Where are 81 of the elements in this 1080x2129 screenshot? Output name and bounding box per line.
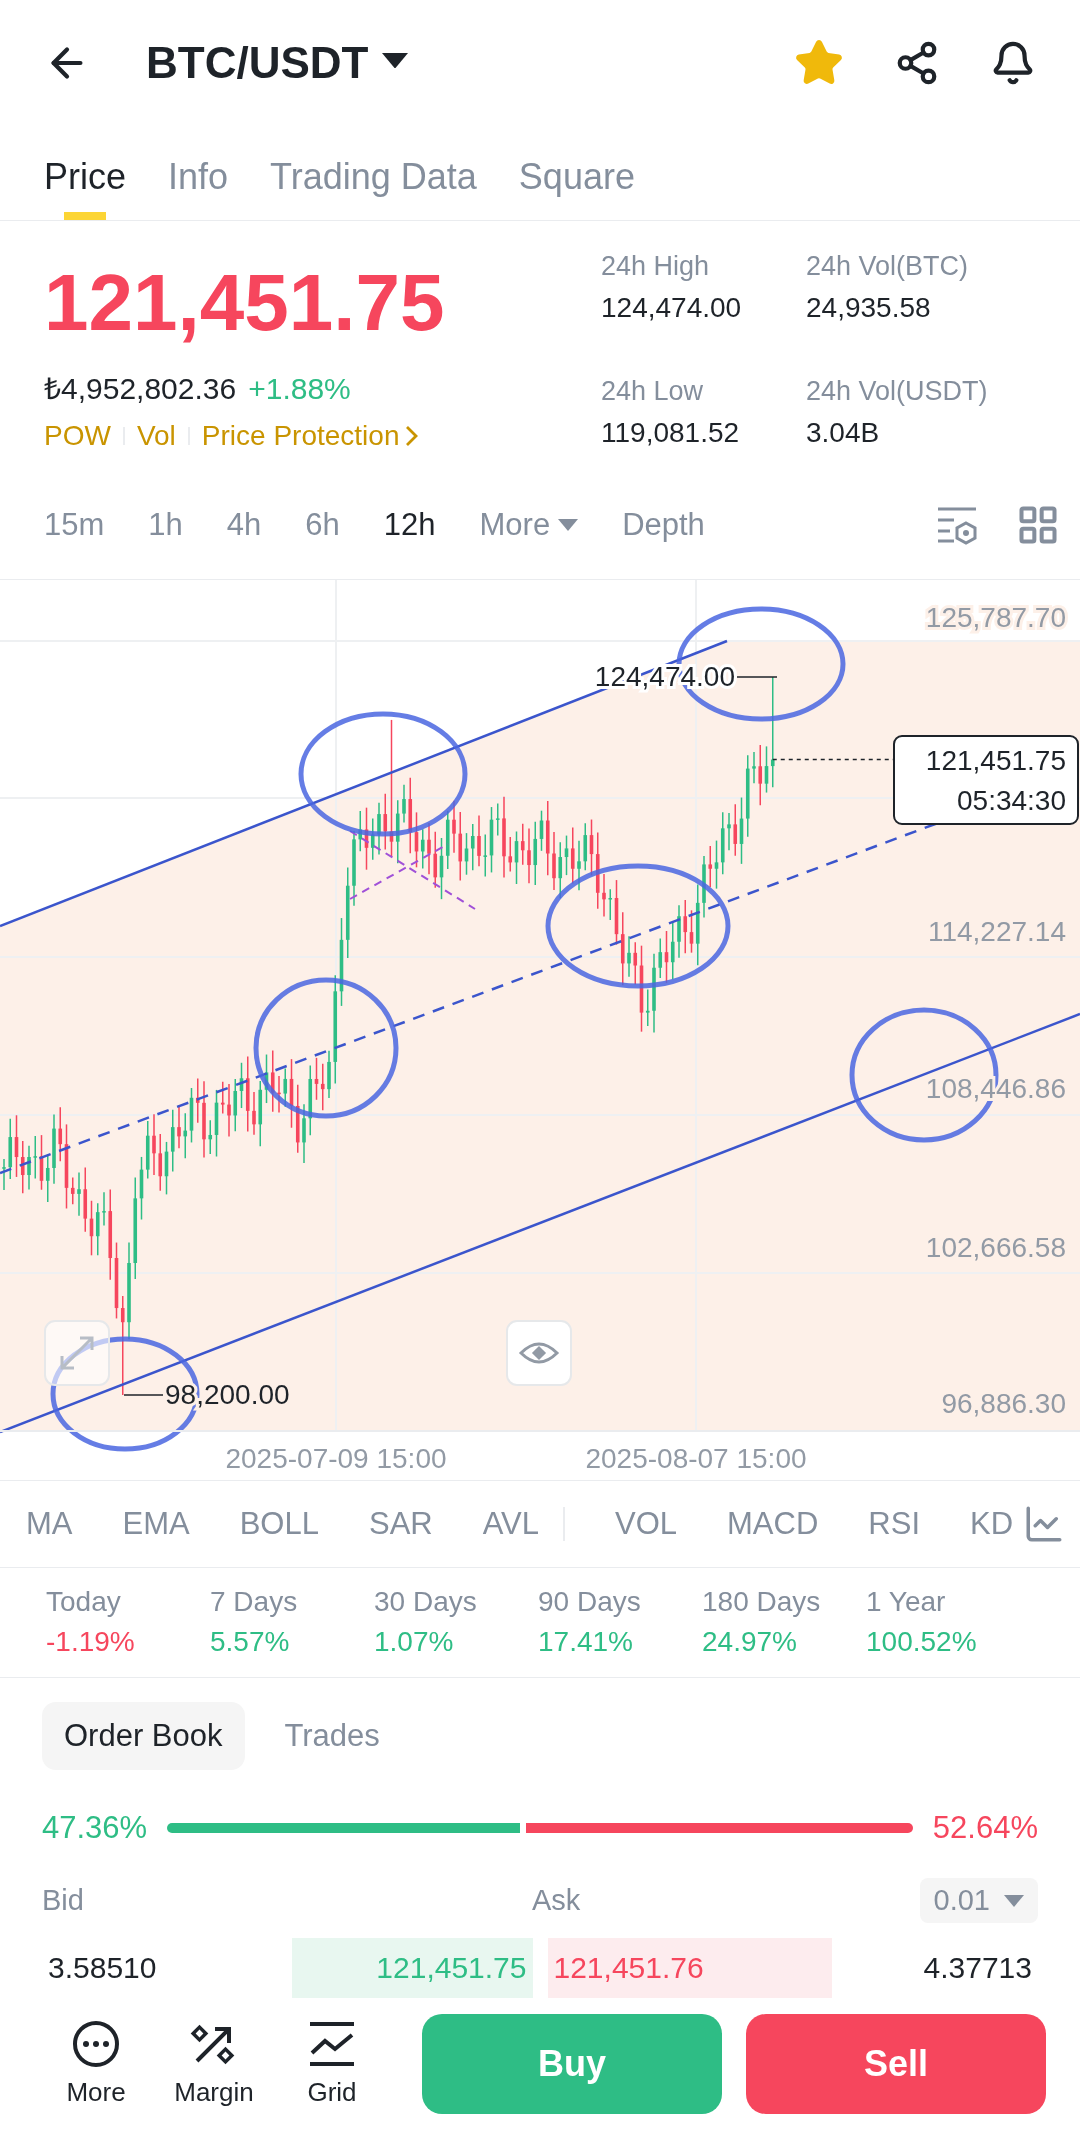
caret-icon xyxy=(1004,1894,1024,1907)
bid-quantity: 3.58510 xyxy=(47,1951,158,1985)
more-icon xyxy=(71,2019,121,2069)
price-axis-label: 125,787.70 xyxy=(925,602,1066,633)
stat-value: 24,935.58 xyxy=(806,292,932,324)
indicator-tab[interactable]: MACD xyxy=(727,1506,819,1542)
last-price: 121,451.75 xyxy=(44,263,446,343)
depth-tab[interactable]: Depth xyxy=(622,507,705,543)
pair-title[interactable]: BTC/USDT xyxy=(146,37,369,88)
precision-dropdown[interactable]: 0.01 xyxy=(919,1878,1038,1923)
expand-button[interactable] xyxy=(44,1320,110,1386)
last-price: 121,451.75 xyxy=(925,745,1066,776)
eye-button[interactable] xyxy=(506,1320,572,1386)
bid-price[interactable]: 121,451.75 xyxy=(370,1951,533,1985)
toolbar-action[interactable]: Margin xyxy=(162,2019,266,2108)
layout-grid-icon[interactable] xyxy=(1016,503,1060,547)
tab[interactable]: Price xyxy=(44,125,127,220)
stat-label: 24h High xyxy=(601,251,711,282)
period-label: 30 Days xyxy=(374,1586,478,1618)
order-book-tab[interactable]: Order Book xyxy=(42,1701,245,1770)
period-change: -1.19% xyxy=(46,1626,136,1658)
stat-label: 24h Vol(USDT) xyxy=(806,376,989,407)
period-label: 7 Days xyxy=(210,1586,299,1618)
interval-tab[interactable]: 12h xyxy=(383,507,436,543)
interval-tab[interactable]: 1h xyxy=(148,507,183,543)
indicator-tab[interactable]: KD xyxy=(970,1506,1014,1542)
period-label: Today xyxy=(46,1586,122,1618)
toolbar-action[interactable]: More xyxy=(44,2019,148,2108)
date-axis-label: 2025-07-09 15:00 xyxy=(225,1443,447,1474)
indicator-tab[interactable]: MA xyxy=(26,1506,73,1542)
period-change: 100.52% xyxy=(866,1626,978,1658)
tag-link[interactable]: Vol xyxy=(136,420,176,452)
buy-button[interactable]: Buy xyxy=(422,2013,722,2114)
ask-share: 52.64% xyxy=(932,1810,1038,1846)
stat-value: 124,474.00 xyxy=(601,292,743,324)
period-label: 1 Year xyxy=(866,1586,947,1618)
period-label: 180 Days xyxy=(702,1586,822,1618)
indicator-tab[interactable]: AVL xyxy=(482,1506,539,1542)
caret-icon xyxy=(558,519,579,531)
ask-quantity: 4.37713 xyxy=(922,1951,1033,1985)
period-change: 5.57% xyxy=(210,1626,291,1658)
tab[interactable]: Trading Data xyxy=(270,125,477,220)
price-axis-label: 114,227.14 xyxy=(927,916,1066,947)
interval-tab[interactable]: 6h xyxy=(305,507,340,543)
tab[interactable]: Info xyxy=(168,125,229,220)
price-axis-label: 102,666.58 xyxy=(925,1232,1066,1263)
interval-tab[interactable]: 4h xyxy=(226,507,262,543)
chart-settings-icon[interactable] xyxy=(936,505,980,545)
chevron-right-icon xyxy=(405,425,420,447)
bid-heading: Bid xyxy=(42,1884,85,1917)
indicator-tab[interactable]: BOLL xyxy=(239,1506,319,1542)
tab[interactable]: Square xyxy=(518,125,635,220)
interval-tab[interactable]: 15m xyxy=(44,507,105,543)
date-axis-label: 2025-08-07 15:00 xyxy=(585,1443,807,1474)
toolbar-action[interactable]: Grid xyxy=(280,2019,384,2108)
indicator-tab[interactable]: RSI xyxy=(868,1506,920,1542)
period-change: 17.41% xyxy=(538,1626,634,1658)
bid-share: 47.36% xyxy=(42,1810,148,1846)
local-currency-price: ₺4,952,802.36 xyxy=(44,371,237,407)
ask-heading: Ask xyxy=(532,1884,582,1917)
grid-chart-icon xyxy=(307,2019,357,2069)
order-book-tab[interactable]: Trades xyxy=(262,1701,402,1770)
indicator-tab[interactable]: SAR xyxy=(368,1506,433,1542)
indicator-tab[interactable]: EMA xyxy=(122,1506,190,1542)
tag-link[interactable]: Price Protection xyxy=(201,420,420,452)
period-label: 90 Days xyxy=(538,1586,642,1618)
stat-label: 24h Low xyxy=(601,376,705,407)
sell-button[interactable]: Sell xyxy=(746,2013,1046,2114)
caret-icon xyxy=(382,52,409,69)
ask-price[interactable]: 121,451.76 xyxy=(547,1951,710,1985)
period-change: 24.97% xyxy=(702,1626,798,1658)
price-axis-label: 96,886.30 xyxy=(941,1388,1066,1419)
more-menu[interactable]: More xyxy=(479,507,579,543)
stat-value: 119,081.52 xyxy=(601,417,741,449)
indicator-tab[interactable]: VOL xyxy=(615,1506,678,1542)
countdown-timer: 05:34:30 xyxy=(957,785,1066,816)
period-change: 1.07% xyxy=(374,1626,455,1658)
stat-label: 24h Vol(BTC) xyxy=(806,251,970,282)
price-change: +1.88% xyxy=(248,372,351,406)
stat-value: 3.04B xyxy=(806,417,881,449)
tag-link[interactable]: POW xyxy=(44,420,111,452)
